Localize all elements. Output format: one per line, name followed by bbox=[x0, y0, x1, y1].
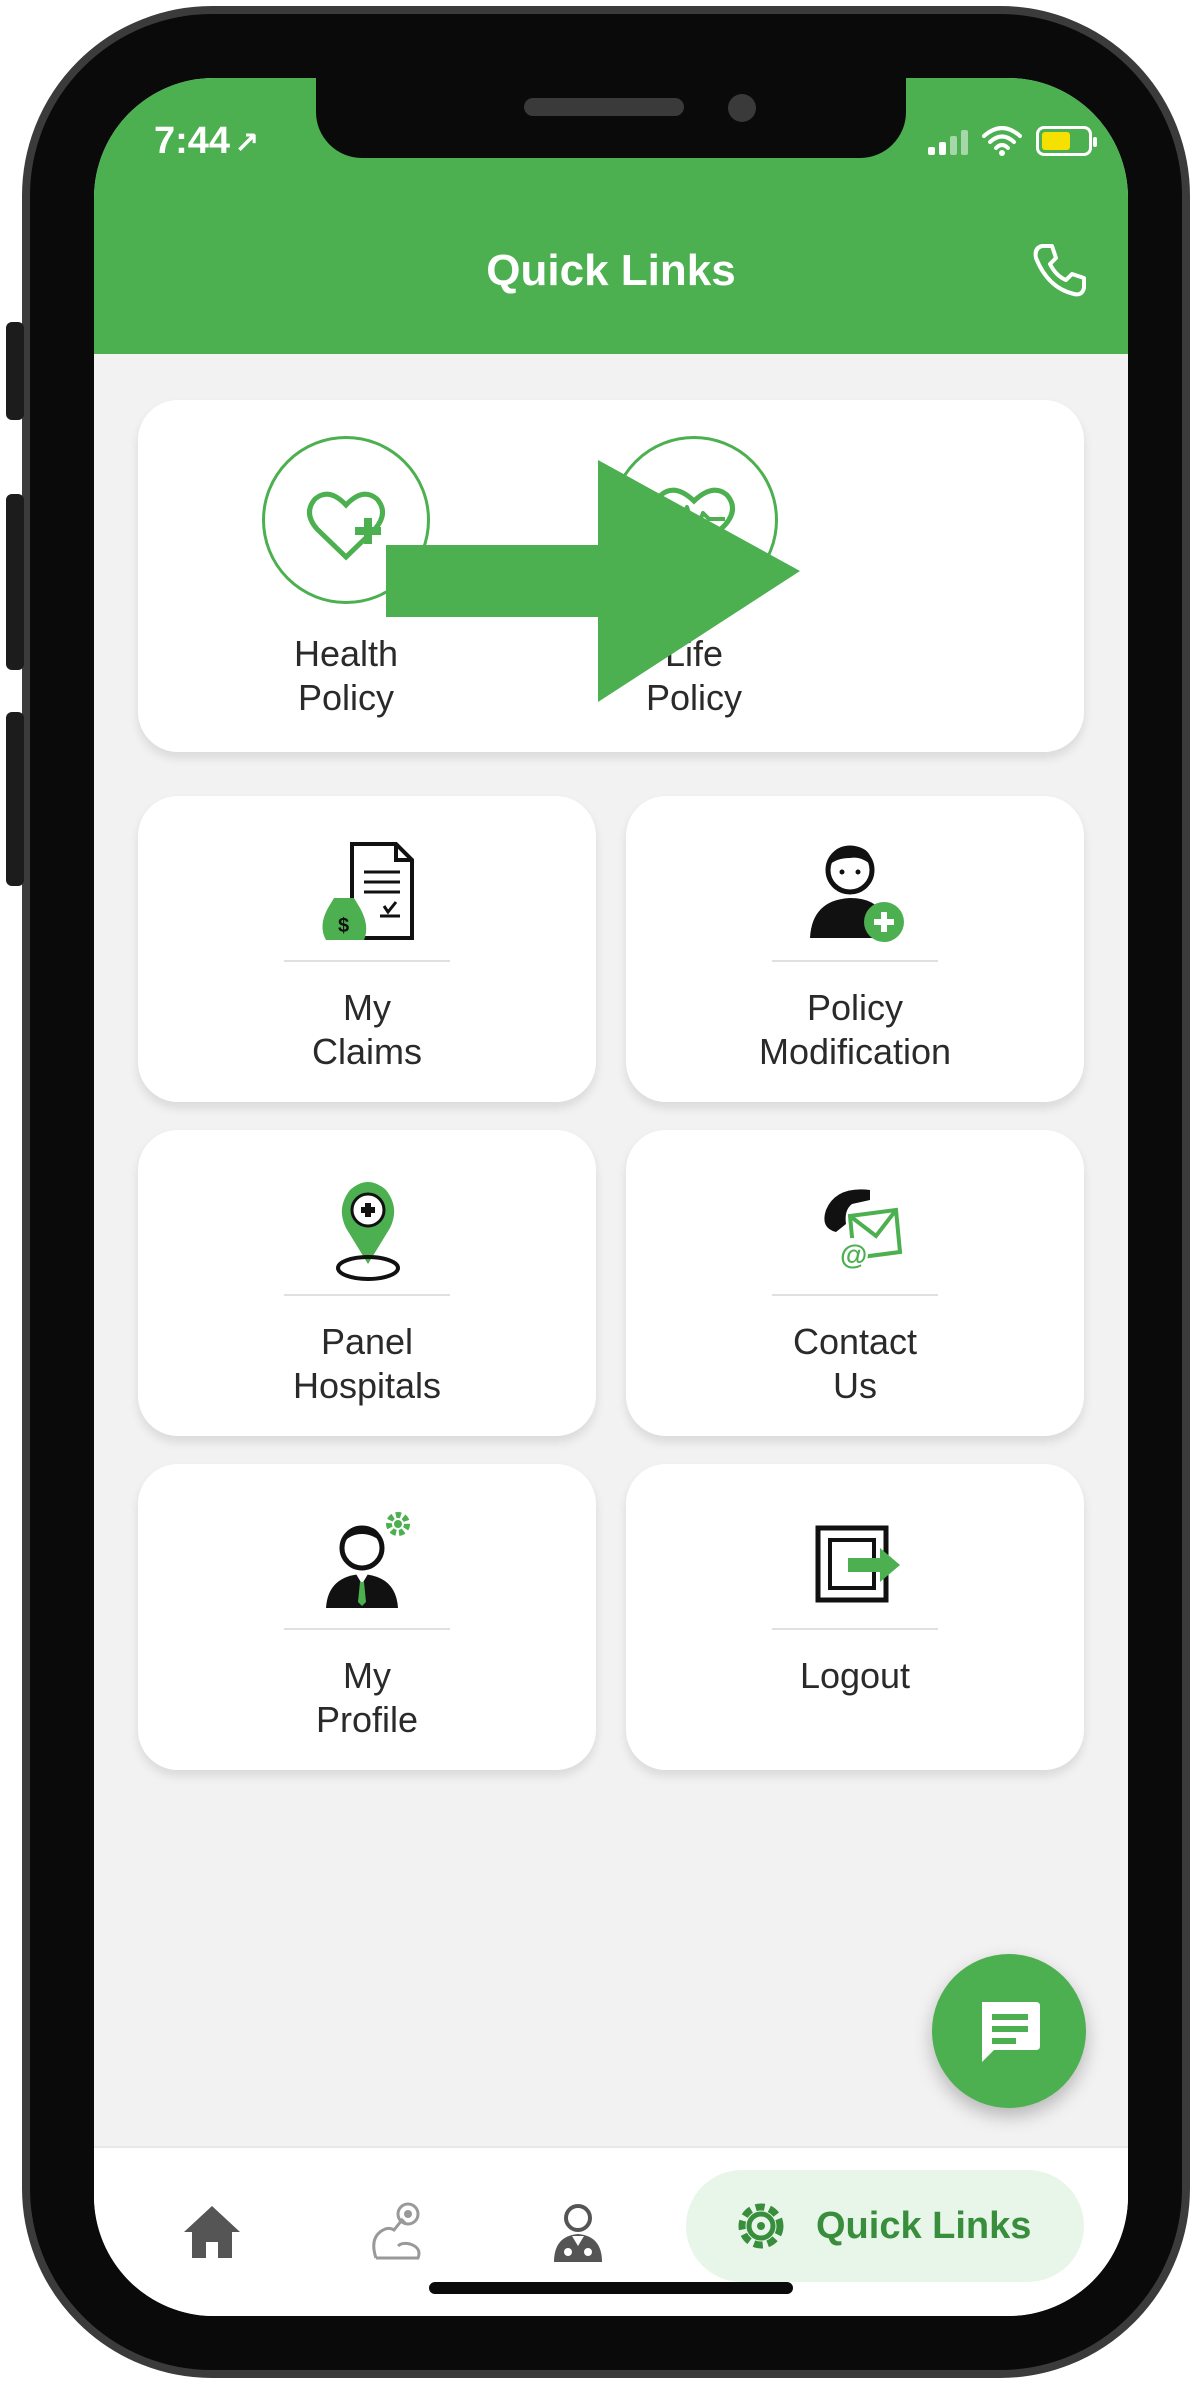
location-pin-plus-icon bbox=[336, 1182, 400, 1281]
phone-mail-icon: @ bbox=[824, 1189, 903, 1270]
fitness-icon[interactable] bbox=[362, 2196, 434, 2268]
gear-icon bbox=[738, 2203, 784, 2249]
tile-policy-modification[interactable]: Policy Modification bbox=[626, 796, 1084, 1102]
svg-text:$: $ bbox=[338, 915, 349, 937]
tile-label: Panel Hospitals bbox=[292, 1321, 442, 1406]
svg-text:@: @ bbox=[840, 1239, 867, 1270]
tile-divider bbox=[772, 960, 938, 962]
home-icon[interactable] bbox=[176, 2196, 248, 2268]
tile-divider bbox=[284, 1628, 450, 1630]
cellular-signal-icon bbox=[928, 127, 968, 155]
tile-panel-hospitals[interactable]: Panel Hospitals bbox=[138, 1130, 596, 1436]
phone-icon[interactable] bbox=[1028, 238, 1092, 302]
tile-divider bbox=[772, 1628, 938, 1630]
volume-down-button bbox=[6, 712, 24, 886]
app-screen: 7:44 ↗ Quick Links Health Policy Life Po… bbox=[94, 78, 1128, 2316]
pointer-arrow-overlay bbox=[386, 460, 800, 702]
bottom-navigation: Quick Links bbox=[94, 2146, 1128, 2316]
tile-label: My Claims bbox=[311, 987, 422, 1072]
home-indicator bbox=[429, 2282, 793, 2294]
tile-logout[interactable]: Logout bbox=[626, 1464, 1084, 1770]
chat-fab-button[interactable] bbox=[932, 1954, 1086, 2108]
tile-label: My Profile bbox=[315, 1655, 419, 1740]
battery-icon bbox=[1036, 126, 1097, 156]
tile-my-claims[interactable]: $ My Claims bbox=[138, 796, 596, 1102]
mute-switch bbox=[6, 322, 24, 420]
status-time: 7:44 ↗ bbox=[154, 120, 259, 163]
chat-icon bbox=[982, 2002, 1040, 2062]
user-add-icon bbox=[810, 845, 904, 942]
nav-quick-links-active[interactable]: Quick Links bbox=[686, 2170, 1084, 2282]
device-notch bbox=[316, 78, 906, 158]
tile-label: Logout bbox=[799, 1655, 911, 1696]
tile-label: Policy Modification bbox=[758, 987, 952, 1072]
clock-text: 7:44 bbox=[154, 120, 231, 162]
claims-document-icon: $ bbox=[322, 842, 414, 940]
profile-settings-icon bbox=[326, 1512, 410, 1608]
tile-label: Contact Us bbox=[792, 1321, 918, 1406]
tile-divider bbox=[772, 1294, 938, 1296]
tile-contact-us[interactable]: @ Contact Us bbox=[626, 1130, 1084, 1436]
tile-my-profile[interactable]: My Profile bbox=[138, 1464, 596, 1770]
volume-up-button bbox=[6, 494, 24, 670]
nav-active-label: Quick Links bbox=[816, 2204, 1032, 2247]
doctor-icon[interactable] bbox=[542, 2196, 614, 2268]
logout-icon bbox=[815, 1525, 900, 1603]
wifi-icon bbox=[982, 126, 1022, 156]
page-title: Quick Links bbox=[486, 246, 736, 295]
status-indicators bbox=[928, 126, 1097, 156]
tile-divider bbox=[284, 1294, 450, 1296]
tile-divider bbox=[284, 960, 450, 962]
location-arrow-icon: ↗ bbox=[234, 127, 260, 160]
